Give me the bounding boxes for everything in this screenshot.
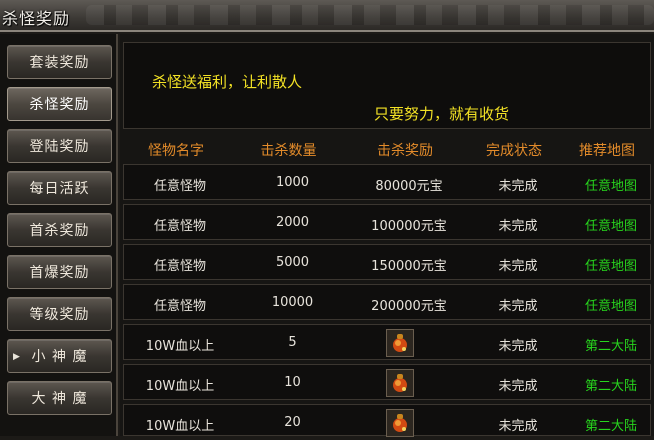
kill-reward: 150000元宝 (371, 259, 447, 274)
table-row: 10W血以上 10 未完成 第二大陆 (123, 364, 651, 400)
header-kill-reward: 击杀奖励 (377, 143, 433, 159)
tab-login-reward[interactable]: 登陆奖励 (7, 129, 112, 163)
kill-count: 5 (288, 335, 297, 350)
kill-count: 20 (284, 415, 301, 430)
recommended-map-link[interactable]: 第二大陆 (570, 375, 652, 394)
kill-count: 10 (284, 375, 301, 390)
monster-name: 任意怪物 (153, 259, 206, 274)
monster-name: 10W血以上 (145, 339, 215, 354)
kill-reward: 200000元宝 (371, 299, 447, 314)
tab-label: 小 神 魔 (31, 349, 88, 365)
tab-daily-active[interactable]: 每日活跃 (7, 171, 112, 205)
tab-level-reward[interactable]: 等级奖励 (7, 297, 112, 331)
header-kill-count: 击杀数量 (260, 143, 317, 159)
completion-status: 未完成 (498, 379, 538, 394)
reward-tabs-sidebar: 套装奖励 杀怪奖励 登陆奖励 每日活跃 首杀奖励 首爆奖励 等级奖励 ▶ 小 神… (0, 34, 118, 436)
recommended-map-link[interactable]: 任意地图 (570, 215, 652, 234)
recommended-map-link[interactable]: 任意地图 (570, 295, 652, 314)
monster-name: 10W血以上 (145, 419, 215, 434)
kill-count: 5000 (275, 255, 310, 270)
table-row: 任意怪物 2000 100000元宝 未完成 任意地图 (123, 204, 651, 240)
recommended-map-link[interactable]: 任意地图 (570, 175, 652, 194)
tab-kill-reward[interactable]: 杀怪奖励 (7, 87, 112, 121)
monster-name: 任意怪物 (153, 219, 206, 234)
kill-reward-panel: 杀怪送福利，让利散人 只要努力，就有收货 怪物名字 击杀数量 击杀奖励 完成状态… (120, 34, 654, 437)
tab-small-god-demon[interactable]: ▶ 小 神 魔 (7, 339, 112, 373)
tab-label: 等级奖励 (29, 307, 90, 323)
tab-label: 登陆奖励 (29, 139, 90, 155)
title-bar-ornament (86, 5, 654, 25)
tab-label: 杀怪奖励 (29, 97, 90, 113)
tab-big-god-demon[interactable]: 大 神 魔 (7, 381, 112, 415)
recommended-map-link[interactable]: 任意地图 (570, 255, 652, 274)
header-status: 完成状态 (486, 143, 542, 159)
tab-label: 大 神 魔 (31, 391, 88, 407)
gourd-pouch-icon[interactable] (386, 369, 414, 397)
recommended-map-link[interactable]: 第二大陆 (570, 335, 652, 354)
table-row: 10W血以上 5 未完成 第二大陆 (123, 324, 651, 360)
message-line-2: 只要努力，就有收货 (374, 105, 510, 123)
kill-reward: 80000元宝 (375, 179, 443, 194)
table-row: 任意怪物 5000 150000元宝 未完成 任意地图 (123, 244, 651, 280)
table-row: 任意怪物 10000 200000元宝 未完成 任意地图 (123, 284, 651, 320)
tab-label: 套装奖励 (29, 55, 90, 71)
kill-count: 10000 (271, 295, 314, 310)
message-line-1: 杀怪送福利，让利散人 (152, 73, 303, 91)
table-header: 怪物名字 击杀数量 击杀奖励 完成状态 推荐地图 (120, 138, 654, 164)
monster-name: 10W血以上 (145, 379, 215, 394)
tab-label: 每日活跃 (29, 181, 90, 197)
completion-status: 未完成 (498, 419, 538, 434)
table-row: 10W血以上 20 未完成 第二大陆 (123, 404, 652, 437)
kill-count: 1000 (275, 175, 310, 190)
tab-first-drop[interactable]: 首爆奖励 (7, 255, 112, 289)
expand-marker-icon: ▶ (13, 352, 21, 362)
monster-name: 任意怪物 (153, 299, 206, 314)
message-box: 杀怪送福利，让利散人 只要努力，就有收货 (123, 42, 651, 129)
window-title: 杀怪奖励 (2, 9, 71, 28)
completion-status: 未完成 (498, 299, 538, 314)
tab-first-kill[interactable]: 首杀奖励 (7, 213, 112, 247)
recommended-map-link[interactable]: 第二大陆 (570, 415, 652, 434)
completion-status: 未完成 (498, 179, 538, 194)
tab-suit-reward[interactable]: 套装奖励 (7, 45, 112, 79)
completion-status: 未完成 (498, 259, 538, 274)
kill-count: 2000 (275, 215, 310, 230)
kill-reward: 100000元宝 (371, 219, 447, 234)
header-map: 推荐地图 (579, 143, 635, 159)
completion-status: 未完成 (498, 339, 538, 354)
tab-label: 首杀奖励 (29, 223, 90, 239)
gourd-pouch-icon[interactable] (386, 409, 414, 437)
gourd-pouch-icon[interactable] (386, 329, 414, 357)
header-monster-name: 怪物名字 (148, 143, 204, 159)
monster-name: 任意怪物 (153, 179, 206, 194)
completion-status: 未完成 (498, 219, 538, 234)
title-bar: 杀怪奖励 (0, 0, 654, 32)
table-row: 任意怪物 1000 80000元宝 未完成 任意地图 (123, 164, 651, 200)
tab-label: 首爆奖励 (29, 265, 90, 281)
